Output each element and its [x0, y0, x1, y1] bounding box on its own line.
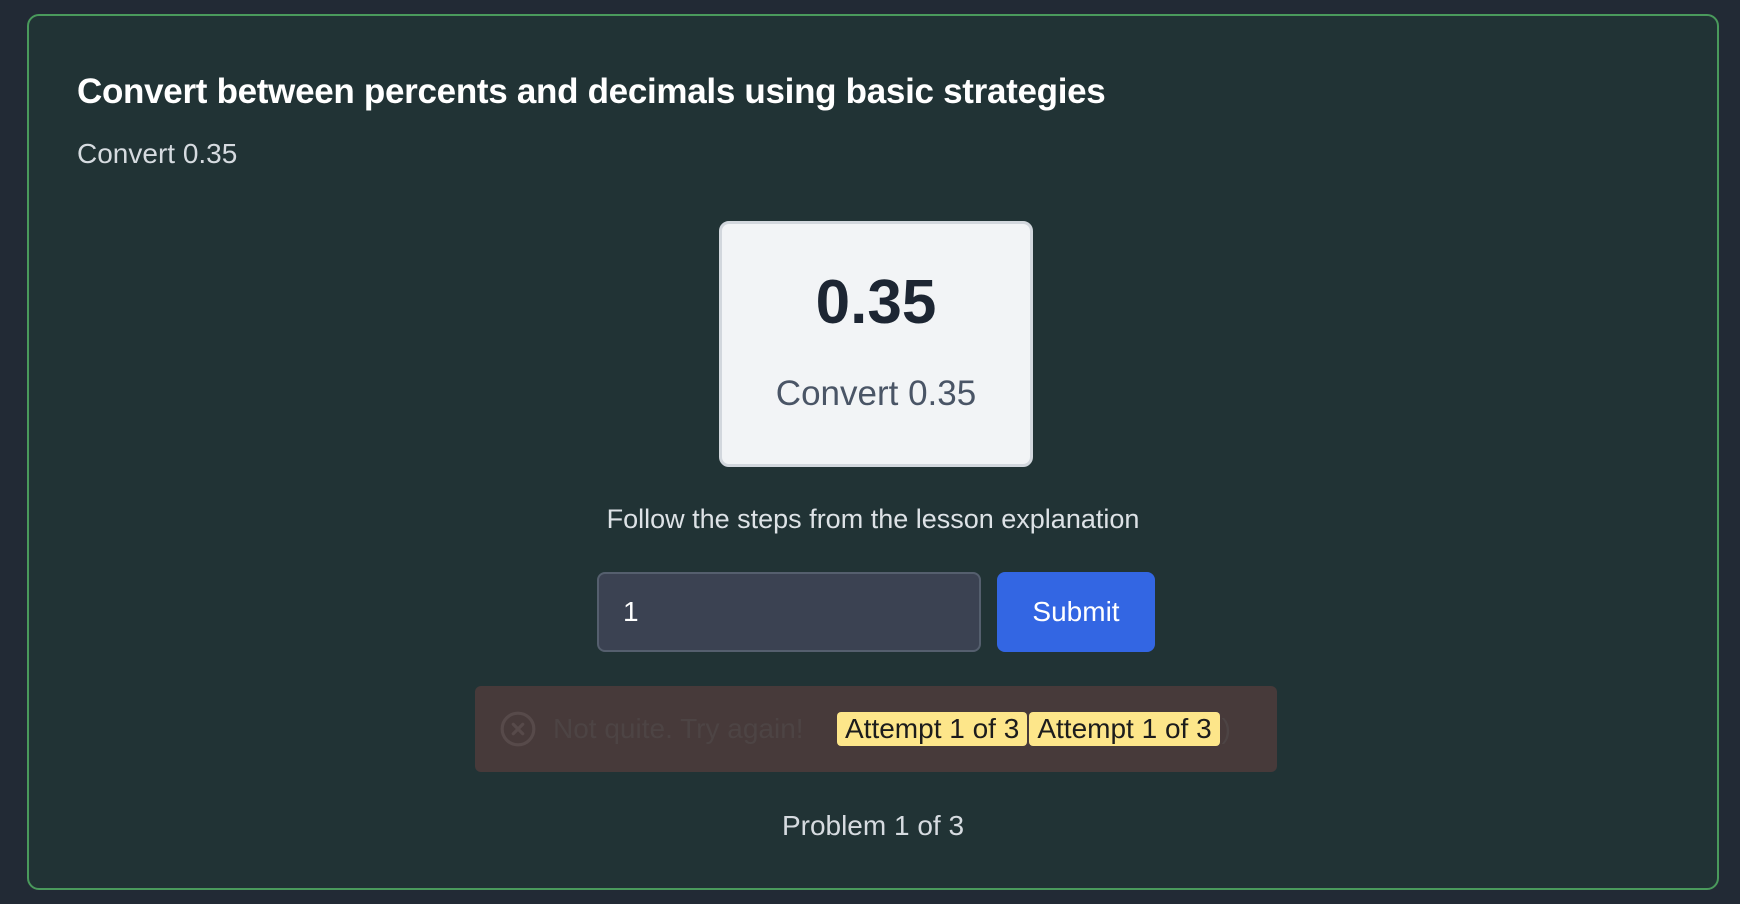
- attempt-badges: Attempt 1 of 3 Attempt 1 of 3 ): [837, 712, 1231, 746]
- problem-value: 0.35: [815, 268, 937, 337]
- attempt-badge: Attempt 1 of 3: [1029, 712, 1220, 746]
- feedback-banner: Not quite. Try again! Attempt 1 of 3 Att…: [475, 686, 1277, 772]
- attempt-badge: Attempt 1 of 3: [837, 712, 1028, 746]
- feedback-trailing: ): [1221, 713, 1231, 744]
- submit-button[interactable]: Submit: [997, 572, 1155, 652]
- problem-prompt: Convert 0.35: [775, 374, 977, 413]
- feedback-message: Not quite. Try again!: [553, 713, 804, 744]
- lesson-subtitle: Convert 0.35: [77, 138, 238, 169]
- problem-card: Convert between percents and decimals us…: [27, 14, 1719, 890]
- answer-input[interactable]: [597, 572, 981, 652]
- instructions-text: Follow the steps from the lesson explana…: [606, 504, 1140, 534]
- problem-display: 0.35 Convert 0.35: [719, 221, 1033, 467]
- problem-progress: Problem 1 of 3: [781, 810, 965, 841]
- lesson-title: Convert between percents and decimals us…: [77, 72, 1106, 111]
- x-circle-icon: [500, 711, 536, 747]
